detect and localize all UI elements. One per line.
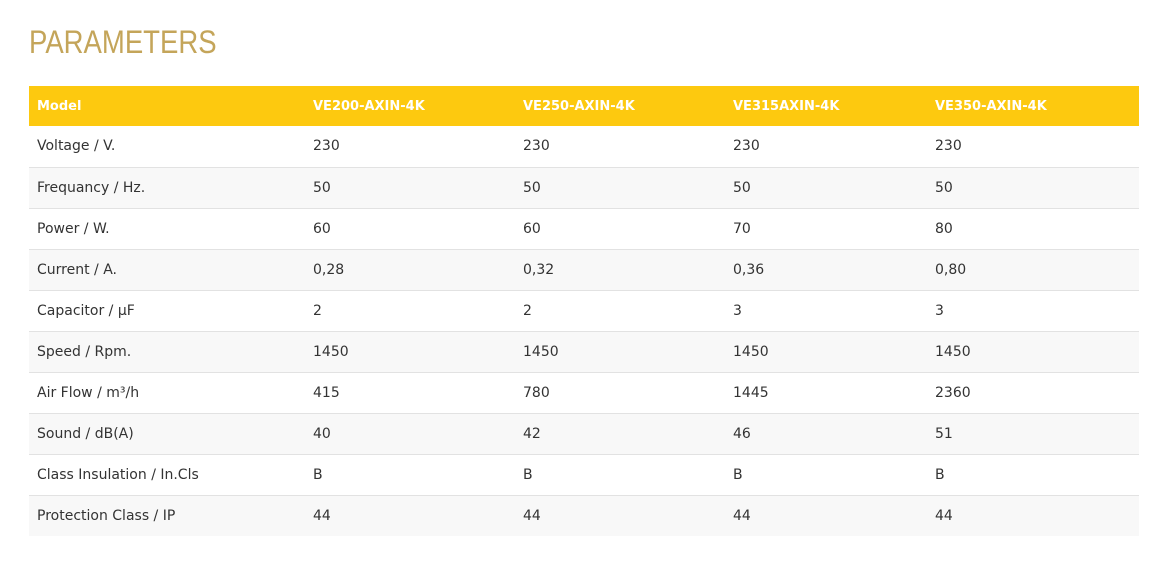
table-row: Capacitor / µF 2 2 3 3 (29, 289, 1139, 331)
table-cell: 1450 (725, 330, 927, 372)
table-cell: 3 (725, 289, 927, 331)
table-cell: B (305, 453, 515, 495)
table-cell: 1450 (305, 330, 515, 372)
table-cell: 70 (725, 207, 927, 249)
table-cell: 0,80 (927, 248, 1139, 290)
table-cell: 50 (305, 166, 515, 208)
header-ve350-axin-4k: VE350-AXIN-4K (927, 86, 1139, 126)
table-cell: 44 (725, 494, 927, 536)
table-cell: 51 (927, 412, 1139, 454)
table-cell: B (515, 453, 725, 495)
table-cell: 1445 (725, 371, 927, 413)
row-label: Frequancy / Hz. (29, 166, 305, 208)
table-cell: 2 (515, 289, 725, 331)
table-cell: 42 (515, 412, 725, 454)
table-cell: 230 (523, 138, 550, 155)
table-cell: 2360 (927, 371, 1139, 413)
header-model: Model (29, 86, 305, 126)
table-cell: 60 (305, 207, 515, 249)
table-cell: 50 (927, 166, 1139, 208)
table-row: Power / W. 60 60 70 80 (29, 207, 1139, 249)
table-row: Air Flow / m³/h 415 780 1445 2360 (29, 371, 1139, 413)
table-cell: B (927, 453, 1139, 495)
header-ve250-axin-4k: VE250-AXIN-4K (515, 86, 725, 126)
table-row: Frequancy / Hz. 50 50 50 50 (29, 166, 1139, 208)
table-cell: B (725, 453, 927, 495)
row-label: Class Insulation / In.Cls (29, 453, 305, 495)
table-cell: 50 (515, 166, 725, 208)
table-header-row: Model VE200-AXIN-4K VE250-AXIN-4K VE315A… (29, 86, 1139, 126)
header-ve315axin-4k: VE315AXIN-4K (725, 86, 927, 126)
table-row: Sound / dB(A) 40 42 46 51 (29, 412, 1139, 454)
table-row: Current / A. 0,28 0,32 0,36 0,80 (29, 248, 1139, 290)
table-cell: 0,28 (305, 248, 515, 290)
table-cell: 230 (935, 138, 962, 155)
table-row: Class Insulation / In.Cls B B B B (29, 453, 1139, 495)
row-label: Power / W. (29, 207, 305, 249)
table-row: Voltage / V. 230 230 230 230 (29, 126, 1139, 167)
table-cell: 415 (305, 371, 515, 413)
table-cell: 44 (927, 494, 1139, 536)
table-cell: 230 (313, 138, 340, 155)
table-row: Protection Class / IP 44 44 44 44 (29, 494, 1139, 536)
row-label: Capacitor / µF (29, 289, 305, 331)
row-label: Sound / dB(A) (29, 412, 305, 454)
table-cell: 2 (305, 289, 515, 331)
table-row: Speed / Rpm. 1450 1450 1450 1450 (29, 330, 1139, 372)
parameters-table: Model VE200-AXIN-4K VE250-AXIN-4K VE315A… (29, 86, 1139, 536)
row-label: Current / A. (29, 248, 305, 290)
table-cell: 46 (725, 412, 927, 454)
table-cell: 780 (515, 371, 725, 413)
table-cell: 1450 (515, 330, 725, 372)
row-label: Protection Class / IP (29, 494, 305, 536)
table-cell: 0,36 (725, 248, 927, 290)
table-cell: 1450 (927, 330, 1139, 372)
row-label: Air Flow / m³/h (29, 371, 305, 413)
row-label: Speed / Rpm. (29, 330, 305, 372)
header-ve200-axin-4k: VE200-AXIN-4K (305, 86, 515, 126)
table-cell: 3 (927, 289, 1139, 331)
row-label: Voltage / V. (37, 138, 116, 155)
table-cell: 60 (515, 207, 725, 249)
table-cell: 0,32 (515, 248, 725, 290)
table-cell: 40 (305, 412, 515, 454)
table-cell: 230 (733, 138, 760, 155)
table-cell: 44 (515, 494, 725, 536)
page-title: PARAMETERS (29, 24, 217, 60)
table-cell: 44 (305, 494, 515, 536)
table-cell: 80 (927, 207, 1139, 249)
table-cell: 50 (725, 166, 927, 208)
